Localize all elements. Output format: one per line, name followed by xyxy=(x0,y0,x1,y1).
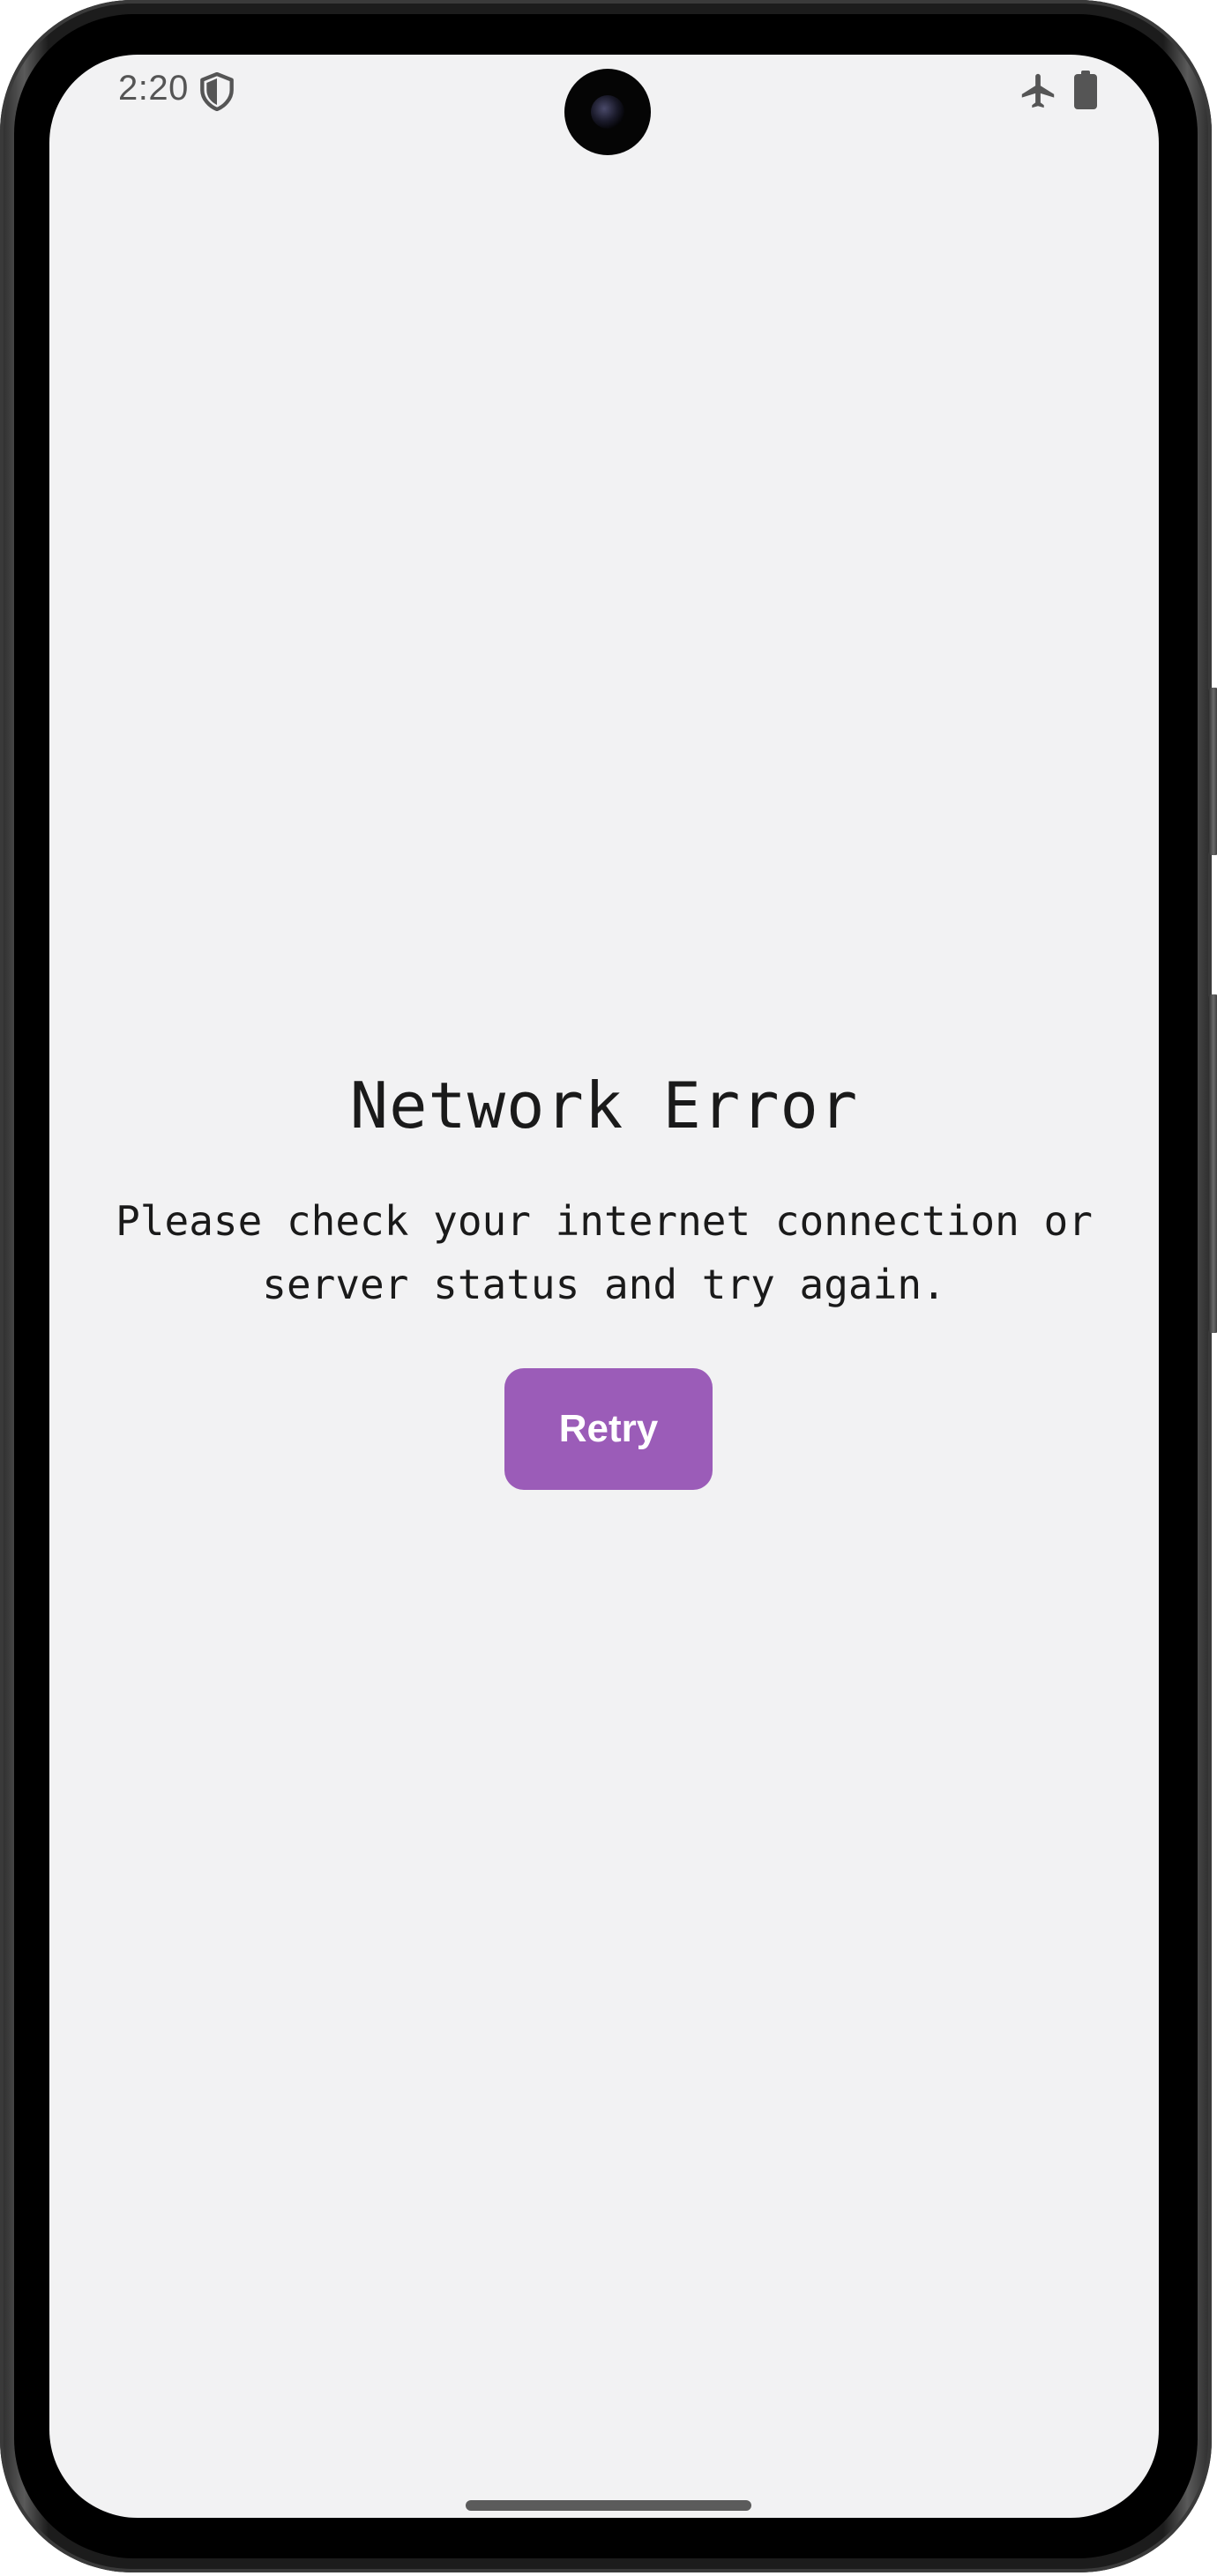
airplane-mode-icon xyxy=(1021,73,1055,108)
error-message: Please check your internet connection or… xyxy=(116,1197,1093,1308)
front-camera xyxy=(564,69,651,155)
app-screen: 2:20 Network Error Please check your int… xyxy=(49,55,1159,2518)
error-title: Network Error xyxy=(349,1068,859,1143)
shield-icon xyxy=(200,72,234,111)
status-bar: 2:20 xyxy=(49,55,1159,155)
home-indicator[interactable] xyxy=(466,2500,751,2511)
power-button xyxy=(1208,994,1217,1333)
status-time: 2:20 xyxy=(118,69,189,108)
battery-icon xyxy=(1074,71,1097,109)
retry-button[interactable]: Retry xyxy=(504,1368,713,1490)
camera-lens xyxy=(591,95,624,129)
volume-button xyxy=(1208,688,1217,855)
